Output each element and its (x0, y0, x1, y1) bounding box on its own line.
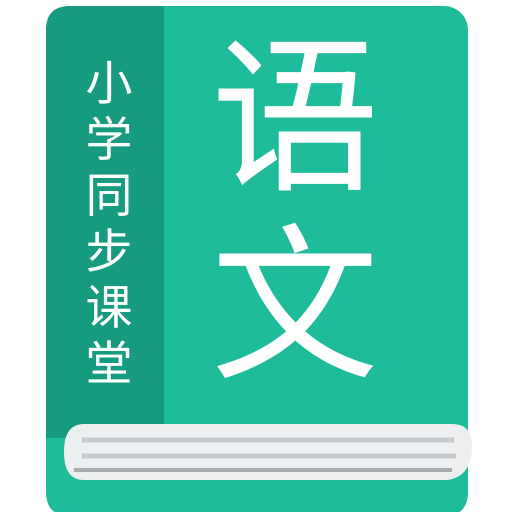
subtitle-char: 小 (85, 57, 133, 112)
subtitle-char: 学 (85, 113, 133, 168)
title-char: 语 (211, 21, 379, 217)
subtitle-char: 课 (85, 281, 133, 336)
title-vertical: 语 文 (185, 18, 405, 408)
subtitle-char: 步 (85, 225, 133, 280)
app-icon[interactable]: 小 学 同 步 课 堂 语 文 (0, 0, 512, 512)
subtitle-char: 同 (85, 169, 133, 224)
cover-bottom (46, 480, 468, 512)
subtitle-char: 堂 (85, 337, 133, 392)
title-char: 文 (211, 209, 379, 405)
subtitle-vertical: 小 学 同 步 课 堂 (70, 40, 148, 410)
